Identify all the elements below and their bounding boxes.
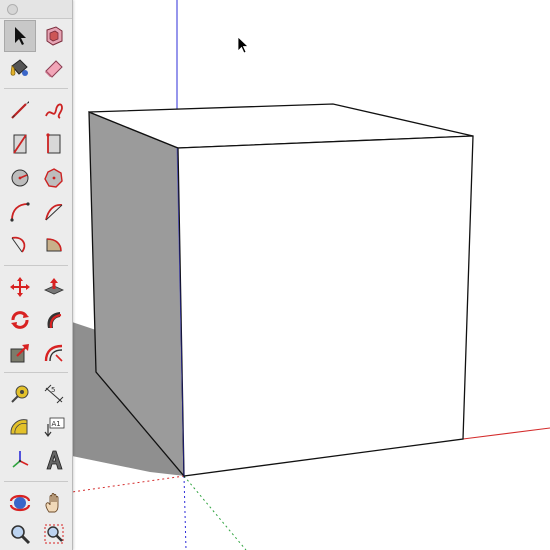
- select-tool-icon[interactable]: [4, 20, 36, 52]
- arc-tool-icon[interactable]: [4, 196, 36, 228]
- three-point-arc-tool-icon[interactable]: [4, 228, 36, 260]
- polygon-tool-icon[interactable]: [38, 162, 70, 194]
- separator: [4, 372, 68, 373]
- tape-measure-tool-icon[interactable]: [4, 378, 36, 410]
- separator: [4, 265, 68, 266]
- orbit-tool-icon[interactable]: [4, 487, 36, 519]
- offset-tool-icon[interactable]: [38, 337, 70, 369]
- palette-titlebar[interactable]: [0, 0, 72, 19]
- push-pull-tool-icon[interactable]: [38, 271, 70, 303]
- paint-bucket-tool-icon[interactable]: [4, 52, 36, 84]
- line-tool-icon[interactable]: [4, 94, 36, 126]
- pie-tool-icon[interactable]: [38, 228, 70, 260]
- 3d-text-tool-icon[interactable]: [38, 444, 70, 476]
- freehand-tool-icon[interactable]: [38, 94, 70, 126]
- zoom-window-tool-icon[interactable]: [38, 518, 70, 550]
- two-point-arc-tool-icon[interactable]: [38, 196, 70, 228]
- text-tool-icon[interactable]: A1: [38, 411, 70, 443]
- eraser-tool-icon[interactable]: [38, 52, 70, 84]
- separator: [4, 481, 68, 482]
- red-axis-hidden: [71, 475, 185, 493]
- move-tool-icon[interactable]: [4, 271, 36, 303]
- follow-me-tool-icon[interactable]: [38, 304, 70, 336]
- make-component-tool-icon[interactable]: [38, 20, 70, 52]
- axes-tool-icon[interactable]: [4, 444, 36, 476]
- scale-tool-icon[interactable]: [4, 337, 36, 369]
- rectangle-tool-icon[interactable]: [4, 128, 36, 160]
- blue-axis-hidden: [183, 475, 187, 550]
- close-icon[interactable]: [7, 4, 18, 15]
- text-tool-label: A1: [52, 420, 61, 428]
- green-axis-hidden: [183, 475, 247, 550]
- protractor-tool-icon[interactable]: [4, 411, 36, 443]
- circle-tool-icon[interactable]: [4, 162, 36, 194]
- separator: [4, 88, 68, 89]
- tools-palette: 5 A1: [0, 0, 73, 550]
- cube-front-face: [177, 135, 474, 477]
- rotated-rectangle-tool-icon[interactable]: [38, 128, 70, 160]
- mouse-cursor: [237, 36, 250, 54]
- red-axis: [462, 427, 550, 440]
- pan-tool-icon[interactable]: [38, 487, 70, 519]
- dimension-tool-icon[interactable]: 5: [38, 378, 70, 410]
- modeling-viewport[interactable]: [0, 0, 550, 550]
- zoom-tool-icon[interactable]: [4, 518, 36, 550]
- rotate-tool-icon[interactable]: [4, 304, 36, 336]
- svg-text:5: 5: [51, 386, 55, 394]
